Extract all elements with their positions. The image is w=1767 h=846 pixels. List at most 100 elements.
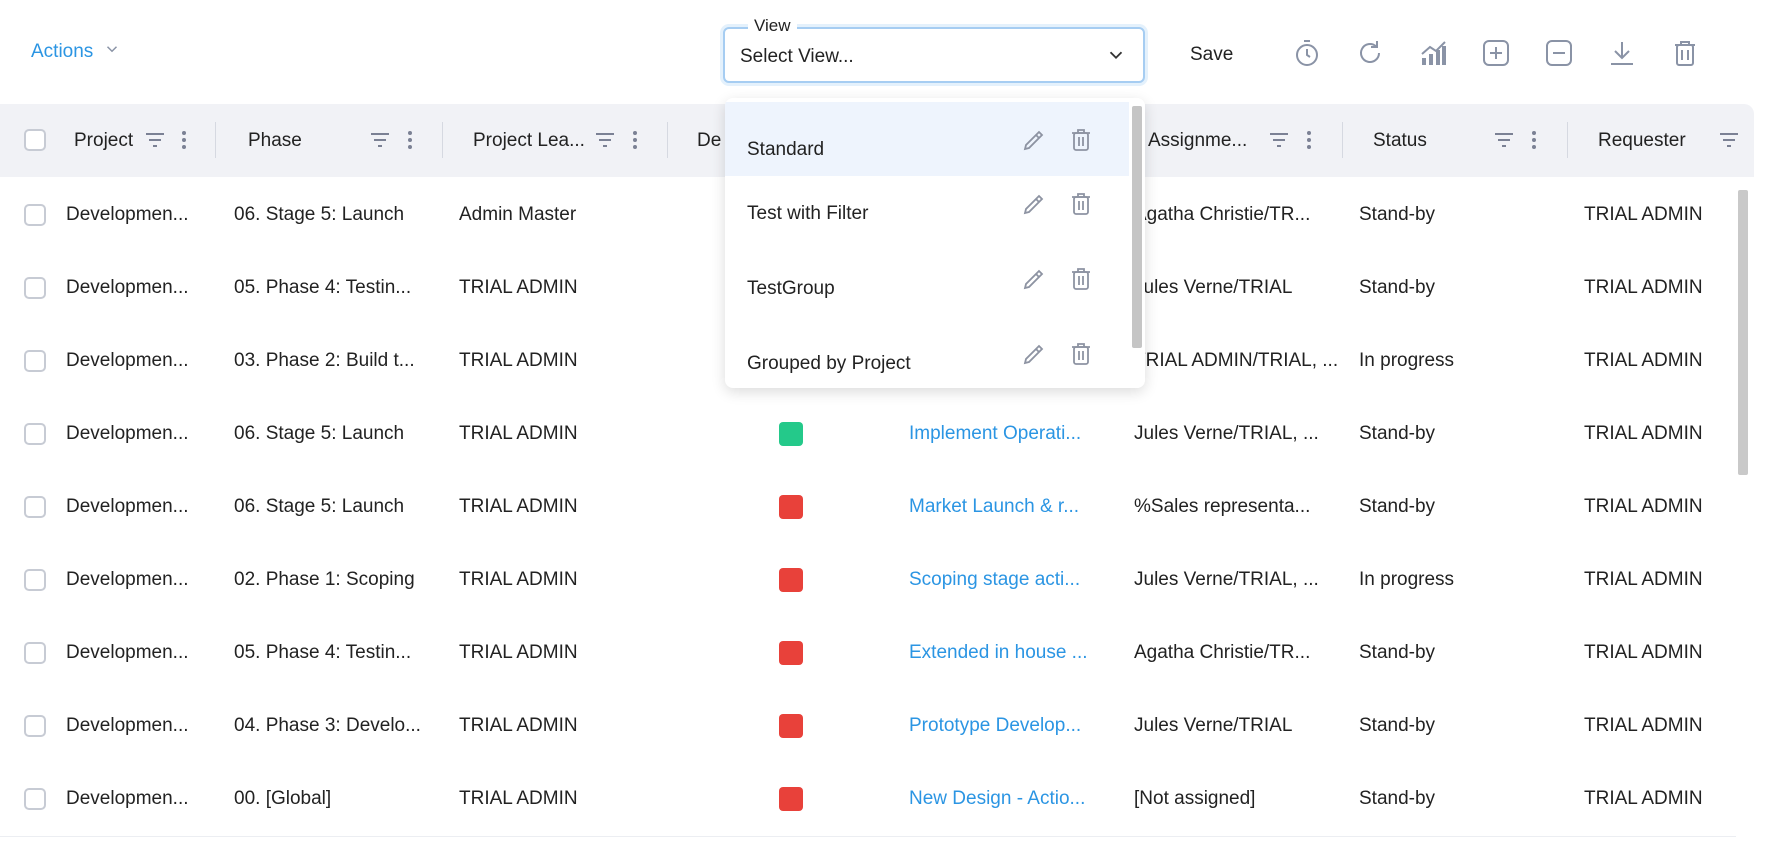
- cell-phase: 02. Phase 1: Scoping: [234, 569, 415, 590]
- view-option-standard[interactable]: Standard: [725, 102, 1130, 176]
- row-checkbox[interactable]: [24, 350, 46, 372]
- column-header-status[interactable]: Status: [1373, 104, 1427, 177]
- filter-icon[interactable]: [1492, 128, 1516, 152]
- column-header-de[interactable]: De: [697, 104, 721, 177]
- column-separator[interactable]: [1567, 122, 1568, 158]
- cell-task[interactable]: Scoping stage acti...: [909, 568, 1080, 592]
- chart-icon[interactable]: [1418, 38, 1448, 68]
- cell-project: Developmen...: [66, 204, 189, 225]
- more-vertical-icon[interactable]: [623, 128, 647, 152]
- dropdown-scrollbar[interactable]: [1132, 106, 1142, 348]
- row-checkbox[interactable]: [24, 277, 46, 299]
- cell-assignee: Jules Verne/TRIAL, ...: [1134, 569, 1319, 590]
- view-option-test-with-filter[interactable]: Test with Filter: [725, 176, 1130, 250]
- trash-icon[interactable]: [1068, 191, 1094, 217]
- row-checkbox[interactable]: [24, 788, 46, 810]
- column-separator[interactable]: [667, 122, 668, 158]
- cell-requester: TRIAL ADMIN: [1584, 350, 1703, 371]
- trash-icon[interactable]: [1068, 341, 1094, 367]
- view-option-label: Grouped by Project: [747, 353, 911, 374]
- view-option-grouped-by-project[interactable]: Grouped by Project: [725, 326, 1130, 388]
- save-button[interactable]: Save: [1190, 44, 1233, 66]
- cell-phase: 00. [Global]: [234, 788, 332, 809]
- add-square-icon[interactable]: [1481, 38, 1511, 68]
- status-color-indicator: [779, 714, 803, 738]
- edit-icon[interactable]: [1021, 191, 1047, 217]
- cell-requester: TRIAL ADMIN: [1584, 277, 1703, 298]
- cell-assignee: Jules Verne/TRIAL, ...: [1134, 423, 1319, 444]
- view-option-testgroup[interactable]: TestGroup: [725, 251, 1130, 325]
- column-header-project[interactable]: Project: [74, 104, 133, 177]
- cell-phase: 06. Stage 5: Launch: [234, 204, 405, 225]
- status-color-indicator: [779, 495, 803, 519]
- view-option-label: Standard: [747, 139, 825, 160]
- filter-icon[interactable]: [368, 128, 392, 152]
- cell-task[interactable]: New Design - Actio...: [909, 787, 1085, 811]
- grid-scrollbar[interactable]: [1738, 190, 1748, 475]
- more-vertical-icon[interactable]: [1297, 128, 1321, 152]
- column-header-project-lead[interactable]: Project Lea...: [473, 104, 585, 177]
- status-color-indicator: [779, 422, 803, 446]
- actions-menu-button[interactable]: Actions: [31, 40, 121, 64]
- row-checkbox[interactable]: [24, 423, 46, 445]
- edit-icon[interactable]: [1021, 127, 1047, 153]
- cell-lead: TRIAL ADMIN: [459, 496, 578, 517]
- cell-assignee: Jules Verne/TRIAL: [1134, 277, 1293, 298]
- filter-icon[interactable]: [1267, 128, 1291, 152]
- cell-assignee: Agatha Christie/TR...: [1134, 204, 1311, 225]
- row-checkbox[interactable]: [24, 642, 46, 664]
- trash-icon[interactable]: [1670, 38, 1700, 68]
- more-vertical-icon[interactable]: [1522, 128, 1546, 152]
- cell-assignee: TRIAL ADMIN/TRIAL, ...: [1134, 350, 1339, 371]
- cell-status: Stand-by: [1359, 277, 1436, 298]
- remove-square-icon[interactable]: [1544, 38, 1574, 68]
- column-header-requester[interactable]: Requester: [1598, 104, 1686, 177]
- actions-label: Actions: [31, 41, 94, 62]
- column-separator[interactable]: [215, 122, 216, 158]
- filter-icon[interactable]: [593, 128, 617, 152]
- cell-status: Stand-by: [1359, 204, 1436, 225]
- filter-icon[interactable]: [143, 128, 167, 152]
- cell-task[interactable]: Prototype Develop...: [909, 714, 1081, 738]
- row-checkbox[interactable]: [24, 715, 46, 737]
- cell-project: Developmen...: [66, 496, 189, 517]
- cell-phase: 03. Phase 2: Build t...: [234, 350, 415, 371]
- cell-task[interactable]: Extended in house ...: [909, 641, 1088, 665]
- chevron-down-icon[interactable]: [1105, 44, 1127, 66]
- more-vertical-icon[interactable]: [172, 128, 196, 152]
- cell-task[interactable]: Market Launch & r...: [909, 495, 1079, 519]
- column-header-assignment[interactable]: Assignme...: [1148, 104, 1247, 177]
- cell-status: Stand-by: [1359, 423, 1436, 444]
- edit-icon[interactable]: [1021, 341, 1047, 367]
- refresh-icon[interactable]: [1355, 38, 1385, 68]
- cell-status: Stand-by: [1359, 715, 1436, 736]
- column-header-phase[interactable]: Phase: [248, 104, 302, 177]
- cell-phase: 05. Phase 4: Testin...: [234, 642, 412, 663]
- row-checkbox[interactable]: [24, 204, 46, 226]
- timer-icon[interactable]: [1292, 38, 1322, 68]
- cell-requester: TRIAL ADMIN: [1584, 788, 1703, 809]
- cell-project: Developmen...: [66, 350, 189, 371]
- filter-icon[interactable]: [1717, 128, 1741, 152]
- more-vertical-icon[interactable]: [398, 128, 422, 152]
- row-checkbox[interactable]: [24, 569, 46, 591]
- cell-assignee: Jules Verne/TRIAL: [1134, 715, 1293, 736]
- cell-project: Developmen...: [66, 788, 189, 809]
- view-select-value[interactable]: Select View...: [740, 46, 854, 68]
- cell-lead: TRIAL ADMIN: [459, 715, 578, 736]
- cell-status: Stand-by: [1359, 496, 1436, 517]
- trash-icon[interactable]: [1068, 266, 1094, 292]
- download-icon[interactable]: [1607, 38, 1637, 68]
- cell-status: Stand-by: [1359, 642, 1436, 663]
- status-color-indicator: [779, 568, 803, 592]
- column-separator[interactable]: [442, 122, 443, 158]
- select-all-checkbox[interactable]: [24, 129, 46, 151]
- column-separator[interactable]: [1342, 122, 1343, 158]
- cell-status: In progress: [1359, 569, 1455, 590]
- cell-assignee: %Sales representa...: [1134, 496, 1311, 517]
- toolbar: Actions View Select View... Save: [0, 0, 1767, 100]
- edit-icon[interactable]: [1021, 266, 1047, 292]
- row-checkbox[interactable]: [24, 496, 46, 518]
- trash-icon[interactable]: [1068, 127, 1094, 153]
- cell-task[interactable]: Implement Operati...: [909, 422, 1081, 446]
